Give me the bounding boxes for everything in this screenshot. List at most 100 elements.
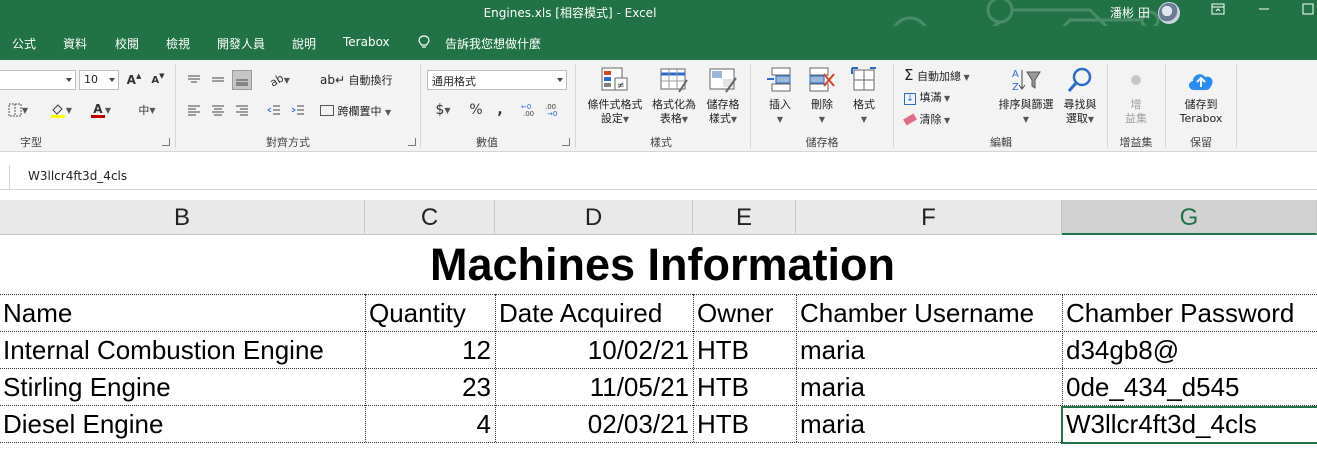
wrap-text-button[interactable]: ab↵ 自動換行: [320, 72, 393, 88]
header-cell-owner[interactable]: Owner: [694, 295, 796, 332]
tab-terabox[interactable]: Terabox: [343, 35, 390, 49]
number-format-combo[interactable]: 通用格式: [427, 70, 567, 90]
tab-data[interactable]: 資料: [63, 35, 87, 52]
align-center-icon[interactable]: [208, 100, 228, 120]
currency-icon: $: [435, 102, 445, 118]
tab-help[interactable]: 說明: [292, 35, 316, 52]
phonetic-button[interactable]: 中 ▼: [132, 100, 162, 120]
cell-name[interactable]: Diesel Engine: [0, 406, 365, 443]
active-cell-selection[interactable]: [1061, 406, 1317, 444]
addins-button[interactable]: 增 益集: [1116, 66, 1156, 126]
group-separator: [893, 64, 894, 148]
avatar[interactable]: [1158, 2, 1180, 24]
grow-font-button[interactable]: A ▲: [124, 70, 144, 90]
currency-button[interactable]: $ ▼: [430, 100, 456, 120]
align-bottom-icon[interactable]: [232, 70, 252, 90]
decrease-decimal-icon[interactable]: .00 →0: [544, 100, 564, 120]
user-name[interactable]: 潘彬 田: [1110, 4, 1150, 21]
decrease-indent-icon[interactable]: [264, 100, 284, 120]
column-header-b[interactable]: B: [0, 200, 365, 235]
magnifier-icon: [1067, 67, 1092, 92]
save-to-terabox-button[interactable]: 儲存到 Terabox: [1170, 66, 1232, 126]
tab-view[interactable]: 檢視: [166, 35, 190, 52]
header-cell-quantity[interactable]: Quantity: [366, 295, 495, 332]
sort-filter-button[interactable]: AZ 排序與篩選 ▼: [994, 66, 1058, 127]
delete-cells-button[interactable]: 刪除 ▼: [802, 66, 842, 127]
align-right-icon[interactable]: [232, 100, 252, 120]
font-size-combo[interactable]: 10: [79, 70, 119, 90]
cell-quantity[interactable]: 4: [366, 406, 495, 443]
fill-button[interactable]: ↓ 填滿 ▼: [904, 89, 950, 105]
align-left-icon[interactable]: [184, 100, 204, 120]
cell-quantity[interactable]: 12: [366, 332, 495, 369]
group-separator: [1165, 64, 1166, 148]
orientation-button[interactable]: ab ▼: [264, 70, 296, 90]
ribbon-display-icon[interactable]: [1208, 3, 1228, 21]
cell-date-acquired[interactable]: 10/02/21: [496, 332, 693, 369]
tab-review[interactable]: 校閱: [115, 35, 139, 52]
header-cell-chamber-password[interactable]: Chamber Password: [1063, 295, 1317, 332]
cell-date-acquired[interactable]: 02/03/21: [496, 406, 693, 443]
formula-input[interactable]: W3llcr4ft3d_4cls: [28, 169, 127, 183]
cell-chamber-password[interactable]: d34gb8@: [1063, 332, 1317, 369]
fill-color-button[interactable]: ▼: [46, 100, 76, 120]
delete-cells-icon: [809, 67, 835, 92]
column-header-d[interactable]: D: [495, 200, 693, 235]
conditional-formatting-label-1: 條件式格式: [587, 98, 643, 111]
cell-quantity[interactable]: 23: [366, 369, 495, 406]
autosum-button[interactable]: Σ 自動加總 ▼: [904, 66, 970, 84]
cell-chamber-username[interactable]: maria: [797, 369, 1062, 406]
cell-owner[interactable]: HTB: [694, 332, 796, 369]
font-dialog-launcher[interactable]: [162, 138, 170, 146]
cell-name[interactable]: Stirling Engine: [0, 369, 365, 406]
alignment-dialog-launcher[interactable]: [408, 138, 416, 146]
header-cell-chamber-username[interactable]: Chamber Username: [797, 295, 1062, 332]
format-as-table-button[interactable]: 格式化為 表格▼: [648, 66, 700, 127]
cell-owner[interactable]: HTB: [694, 406, 796, 443]
group-separator: [750, 64, 751, 148]
format-cells-button[interactable]: 格式 ▼: [844, 66, 884, 127]
cell-chamber-username[interactable]: maria: [797, 332, 1062, 369]
shrink-font-button[interactable]: A ▼: [148, 70, 168, 90]
comma-button[interactable]: ,: [490, 100, 510, 120]
cell-styles-button[interactable]: 儲存格 樣式▼: [700, 66, 746, 127]
tab-developer[interactable]: 開發人員: [217, 35, 265, 52]
number-dialog-launcher[interactable]: [562, 138, 570, 146]
grow-font-label: A: [126, 73, 136, 87]
tell-me-search[interactable]: 告訴我您想做什麼: [445, 35, 541, 52]
cell-name[interactable]: Internal Combustion Engine: [0, 332, 365, 369]
percent-button[interactable]: %: [466, 100, 486, 120]
column-header-c[interactable]: C: [365, 200, 495, 235]
cell-owner[interactable]: HTB: [694, 369, 796, 406]
column-header-e[interactable]: E: [693, 200, 796, 235]
restore-icon[interactable]: [1298, 3, 1317, 21]
tab-formulas[interactable]: 公式: [12, 35, 36, 52]
find-select-label-1: 尋找與: [1063, 98, 1097, 111]
minimize-icon[interactable]: [1254, 3, 1274, 21]
ribbon-tabs: 公式 資料 校閱 檢視 開發人員 說明 Terabox 告訴我您想做什麼: [0, 26, 1317, 60]
borders-button[interactable]: ▼: [2, 100, 34, 120]
align-top-icon[interactable]: [184, 70, 204, 90]
increase-decimal-icon[interactable]: ←0.00: [520, 100, 540, 120]
conditional-formatting-button[interactable]: ≠ 條件式格式 設定▼: [582, 66, 648, 127]
column-header-f[interactable]: F: [796, 200, 1062, 235]
format-as-table-label-1: 格式化為: [652, 98, 696, 111]
sheet-title[interactable]: Machines Information: [0, 236, 1317, 294]
font-name-combo[interactable]: [0, 70, 76, 90]
header-cell-name[interactable]: Name: [0, 295, 365, 332]
cell-chamber-password[interactable]: 0de_434_d545: [1063, 369, 1317, 406]
increase-indent-icon[interactable]: [288, 100, 308, 120]
editing-group-label: 編輯: [990, 136, 1012, 149]
cell-chamber-username[interactable]: maria: [797, 406, 1062, 443]
clear-button[interactable]: 清除 ▼: [903, 111, 950, 127]
align-middle-icon[interactable]: [208, 70, 228, 90]
insert-cells-button[interactable]: 插入 ▼: [760, 66, 800, 127]
find-select-button[interactable]: 尋找與 選取▼: [1058, 66, 1102, 127]
cell-date-acquired[interactable]: 11/05/21: [496, 369, 693, 406]
save-to-terabox-label-2: Terabox: [1179, 112, 1223, 125]
merge-center-button[interactable]: 跨欄置中 ▼: [320, 103, 391, 119]
font-color-button[interactable]: A ▼: [86, 100, 116, 120]
formula-bar: W3llcr4ft3d_4cls: [0, 153, 1317, 190]
header-cell-date-acquired[interactable]: Date Acquired: [496, 295, 693, 332]
column-header-g[interactable]: G: [1062, 200, 1317, 235]
